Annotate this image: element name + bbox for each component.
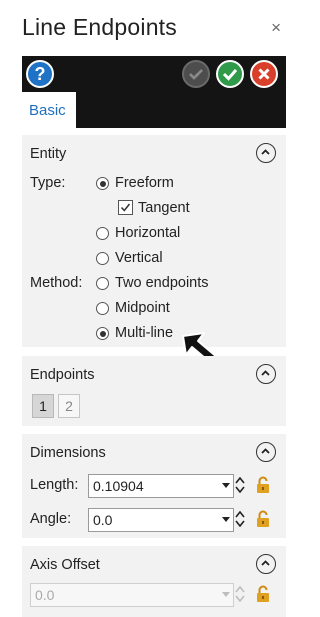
entity-section: Entity Type: Freeform Tangent Horizontal…	[22, 135, 286, 347]
dimensions-title: Dimensions	[30, 445, 106, 461]
length-lock-icon[interactable]	[256, 476, 270, 494]
angle-lock-icon[interactable]	[256, 510, 270, 528]
toolbar: ?	[22, 56, 286, 92]
axis-offset-title: Axis Offset	[30, 557, 100, 573]
radio-vertical-label: Vertical	[115, 250, 163, 266]
endpoints-title: Endpoints	[30, 367, 95, 383]
radio-midpoint[interactable]	[96, 302, 109, 315]
angle-spinner-icon[interactable]	[235, 511, 245, 527]
radio-freeform[interactable]	[96, 177, 109, 190]
angle-field[interactable]: 0.0	[88, 508, 234, 532]
collapse-axis-offset-icon[interactable]	[256, 554, 276, 574]
radio-two-endpoints-label: Two endpoints	[115, 275, 209, 291]
ok-icon[interactable]	[216, 60, 244, 88]
close-icon[interactable]: ×	[271, 19, 281, 36]
angle-dropdown-icon[interactable]	[222, 516, 230, 524]
axis-offset-section: Axis Offset 0.0	[22, 546, 286, 617]
apply-icon[interactable]	[182, 60, 210, 88]
window-title: Line Endpoints	[22, 14, 177, 40]
tangent-checkbox[interactable]	[118, 200, 133, 215]
collapse-endpoints-icon[interactable]	[256, 364, 276, 384]
title-bar: Line Endpoints ×	[0, 0, 289, 44]
radio-horizontal[interactable]	[96, 227, 109, 240]
radio-vertical[interactable]	[96, 252, 109, 265]
tab-basic[interactable]: Basic	[22, 92, 76, 128]
length-spinner-icon[interactable]	[235, 477, 245, 493]
length-dropdown-icon[interactable]	[222, 482, 230, 490]
dimensions-section: Dimensions Length: 0.10904 Angle: 0.0	[22, 434, 286, 538]
axis-offset-lock-icon[interactable]	[256, 585, 270, 603]
length-label: Length:	[30, 477, 79, 493]
radio-horizontal-label: Horizontal	[115, 225, 181, 241]
radio-two-endpoints[interactable]	[96, 277, 109, 290]
radio-midpoint-label: Midpoint	[115, 300, 170, 316]
endpoints-section: Endpoints 1 2	[22, 356, 286, 426]
axis-offset-field[interactable]: 0.0	[30, 583, 234, 607]
help-glyph: ?	[34, 64, 46, 84]
angle-label: Angle:	[30, 511, 72, 527]
axis-offset-spinner-icon[interactable]	[235, 586, 245, 602]
endpoint-1-button[interactable]: 1	[32, 394, 54, 418]
radio-freeform-label: Freeform	[115, 175, 174, 191]
help-icon[interactable]: ?	[26, 60, 54, 88]
cancel-icon[interactable]	[250, 60, 278, 88]
method-label: Method:	[30, 275, 83, 291]
entity-title: Entity	[30, 146, 67, 162]
collapse-entity-icon[interactable]	[256, 143, 276, 163]
radio-multi-line-label: Multi-line	[115, 325, 174, 341]
tangent-label: Tangent	[138, 200, 190, 216]
tab-strip: Basic	[22, 92, 286, 128]
collapse-dimensions-icon[interactable]	[256, 442, 276, 462]
axis-offset-dropdown-icon[interactable]	[222, 591, 230, 599]
length-field[interactable]: 0.10904	[88, 474, 234, 498]
radio-multi-line[interactable]	[96, 327, 109, 340]
endpoint-2-button[interactable]: 2	[58, 394, 80, 418]
type-label: Type:	[30, 175, 66, 191]
